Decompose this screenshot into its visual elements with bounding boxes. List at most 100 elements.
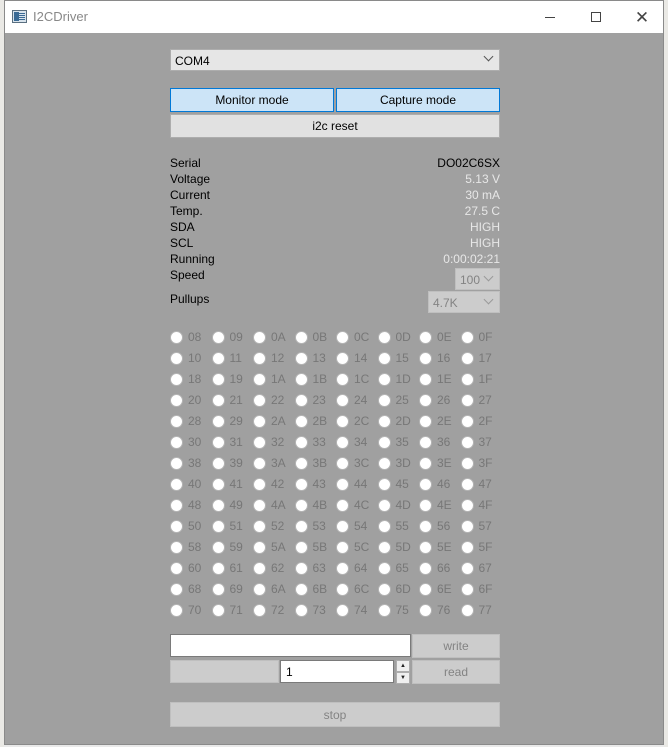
radio-circle[interactable] — [211, 540, 225, 554]
radio-circle[interactable] — [170, 456, 183, 470]
radio-circle[interactable] — [211, 372, 225, 386]
radio-circle[interactable] — [336, 519, 349, 533]
radio-circle[interactable] — [336, 393, 349, 407]
address-radio[interactable]: 45 — [377, 477, 409, 491]
radio-circle[interactable] — [294, 582, 308, 596]
radio-circle[interactable] — [170, 603, 183, 617]
address-radio[interactable]: 5D — [377, 540, 411, 554]
address-radio[interactable]: 3D — [377, 456, 411, 470]
radio-circle[interactable] — [253, 582, 266, 596]
radio-circle[interactable] — [170, 561, 183, 575]
radio-circle[interactable] — [460, 603, 474, 617]
address-radio[interactable]: 0E — [419, 330, 452, 344]
address-radio[interactable]: 6F — [460, 582, 493, 596]
address-radio[interactable]: 31 — [211, 435, 243, 449]
radio-circle[interactable] — [460, 561, 474, 575]
radio-circle[interactable] — [377, 561, 391, 575]
address-radio[interactable]: 52 — [253, 519, 284, 533]
address-radio[interactable]: 46 — [419, 477, 450, 491]
radio-circle[interactable] — [336, 414, 349, 428]
address-radio[interactable]: 4E — [419, 498, 452, 512]
radio-circle[interactable] — [294, 477, 308, 491]
radio-circle[interactable] — [419, 393, 432, 407]
address-radio[interactable]: 26 — [419, 393, 450, 407]
address-radio[interactable]: 76 — [419, 603, 450, 617]
radio-circle[interactable] — [253, 477, 266, 491]
address-radio[interactable]: 13 — [294, 351, 326, 365]
radio-circle[interactable] — [419, 582, 432, 596]
address-radio[interactable]: 1C — [336, 372, 369, 386]
radio-circle[interactable] — [460, 393, 474, 407]
address-radio[interactable]: 1D — [377, 372, 411, 386]
address-radio[interactable]: 14 — [336, 351, 367, 365]
address-radio[interactable]: 1E — [419, 372, 452, 386]
radio-circle[interactable] — [419, 456, 432, 470]
radio-circle[interactable] — [294, 330, 308, 344]
pullups-select[interactable]: 4.7K — [428, 291, 500, 313]
radio-circle[interactable] — [336, 582, 349, 596]
radio-circle[interactable] — [419, 519, 432, 533]
address-radio[interactable]: 39 — [211, 456, 243, 470]
address-radio[interactable]: 21 — [211, 393, 243, 407]
radio-circle[interactable] — [336, 372, 349, 386]
address-radio[interactable]: 5A — [253, 540, 286, 554]
radio-circle[interactable] — [377, 519, 391, 533]
address-radio[interactable]: 35 — [377, 435, 409, 449]
address-radio[interactable]: 16 — [419, 351, 450, 365]
monitor-mode-button[interactable]: Monitor mode — [170, 88, 334, 112]
radio-circle[interactable] — [460, 435, 474, 449]
radio-circle[interactable] — [253, 372, 266, 386]
radio-circle[interactable] — [253, 435, 266, 449]
radio-circle[interactable] — [294, 414, 308, 428]
address-radio[interactable]: 6A — [253, 582, 286, 596]
radio-circle[interactable] — [211, 603, 225, 617]
address-radio[interactable]: 0F — [460, 330, 493, 344]
radio-circle[interactable] — [253, 456, 266, 470]
address-radio[interactable]: 54 — [336, 519, 367, 533]
address-radio[interactable]: 19 — [211, 372, 243, 386]
radio-circle[interactable] — [294, 561, 308, 575]
radio-circle[interactable] — [377, 582, 391, 596]
radio-circle[interactable] — [336, 561, 349, 575]
radio-circle[interactable] — [419, 561, 432, 575]
radio-circle[interactable] — [419, 540, 432, 554]
address-radio[interactable]: 40 — [170, 477, 201, 491]
address-radio[interactable]: 1F — [460, 372, 493, 386]
capture-mode-button[interactable]: Capture mode — [336, 88, 500, 112]
address-radio[interactable]: 1A — [253, 372, 286, 386]
radio-circle[interactable] — [253, 540, 266, 554]
address-radio[interactable]: 6D — [377, 582, 411, 596]
radio-circle[interactable] — [170, 372, 183, 386]
address-radio[interactable]: 3B — [294, 456, 327, 470]
radio-circle[interactable] — [377, 456, 391, 470]
radio-circle[interactable] — [377, 393, 391, 407]
radio-circle[interactable] — [336, 351, 349, 365]
address-radio[interactable]: 34 — [336, 435, 367, 449]
radio-circle[interactable] — [170, 498, 183, 512]
radio-circle[interactable] — [170, 540, 183, 554]
address-radio[interactable]: 32 — [253, 435, 284, 449]
address-radio[interactable]: 63 — [294, 561, 326, 575]
radio-circle[interactable] — [336, 540, 349, 554]
address-radio[interactable]: 17 — [460, 351, 492, 365]
address-radio[interactable]: 3A — [253, 456, 286, 470]
radio-circle[interactable] — [336, 435, 349, 449]
address-radio[interactable]: 2A — [253, 414, 286, 428]
port-select[interactable]: COM4 — [170, 49, 500, 71]
address-radio[interactable]: 18 — [170, 372, 201, 386]
radio-circle[interactable] — [170, 477, 183, 491]
radio-circle[interactable] — [294, 603, 308, 617]
radio-circle[interactable] — [253, 498, 266, 512]
address-radio[interactable]: 55 — [377, 519, 409, 533]
radio-circle[interactable] — [419, 477, 432, 491]
read-count-input[interactable]: 1 — [280, 660, 394, 683]
address-radio[interactable]: 2C — [336, 414, 369, 428]
address-radio[interactable]: 11 — [211, 351, 242, 365]
radio-circle[interactable] — [211, 498, 225, 512]
write-data-input[interactable] — [170, 634, 411, 657]
address-radio[interactable]: 0C — [336, 330, 369, 344]
radio-circle[interactable] — [253, 561, 266, 575]
address-radio[interactable]: 4A — [253, 498, 286, 512]
radio-circle[interactable] — [419, 498, 432, 512]
address-radio[interactable]: 57 — [460, 519, 492, 533]
